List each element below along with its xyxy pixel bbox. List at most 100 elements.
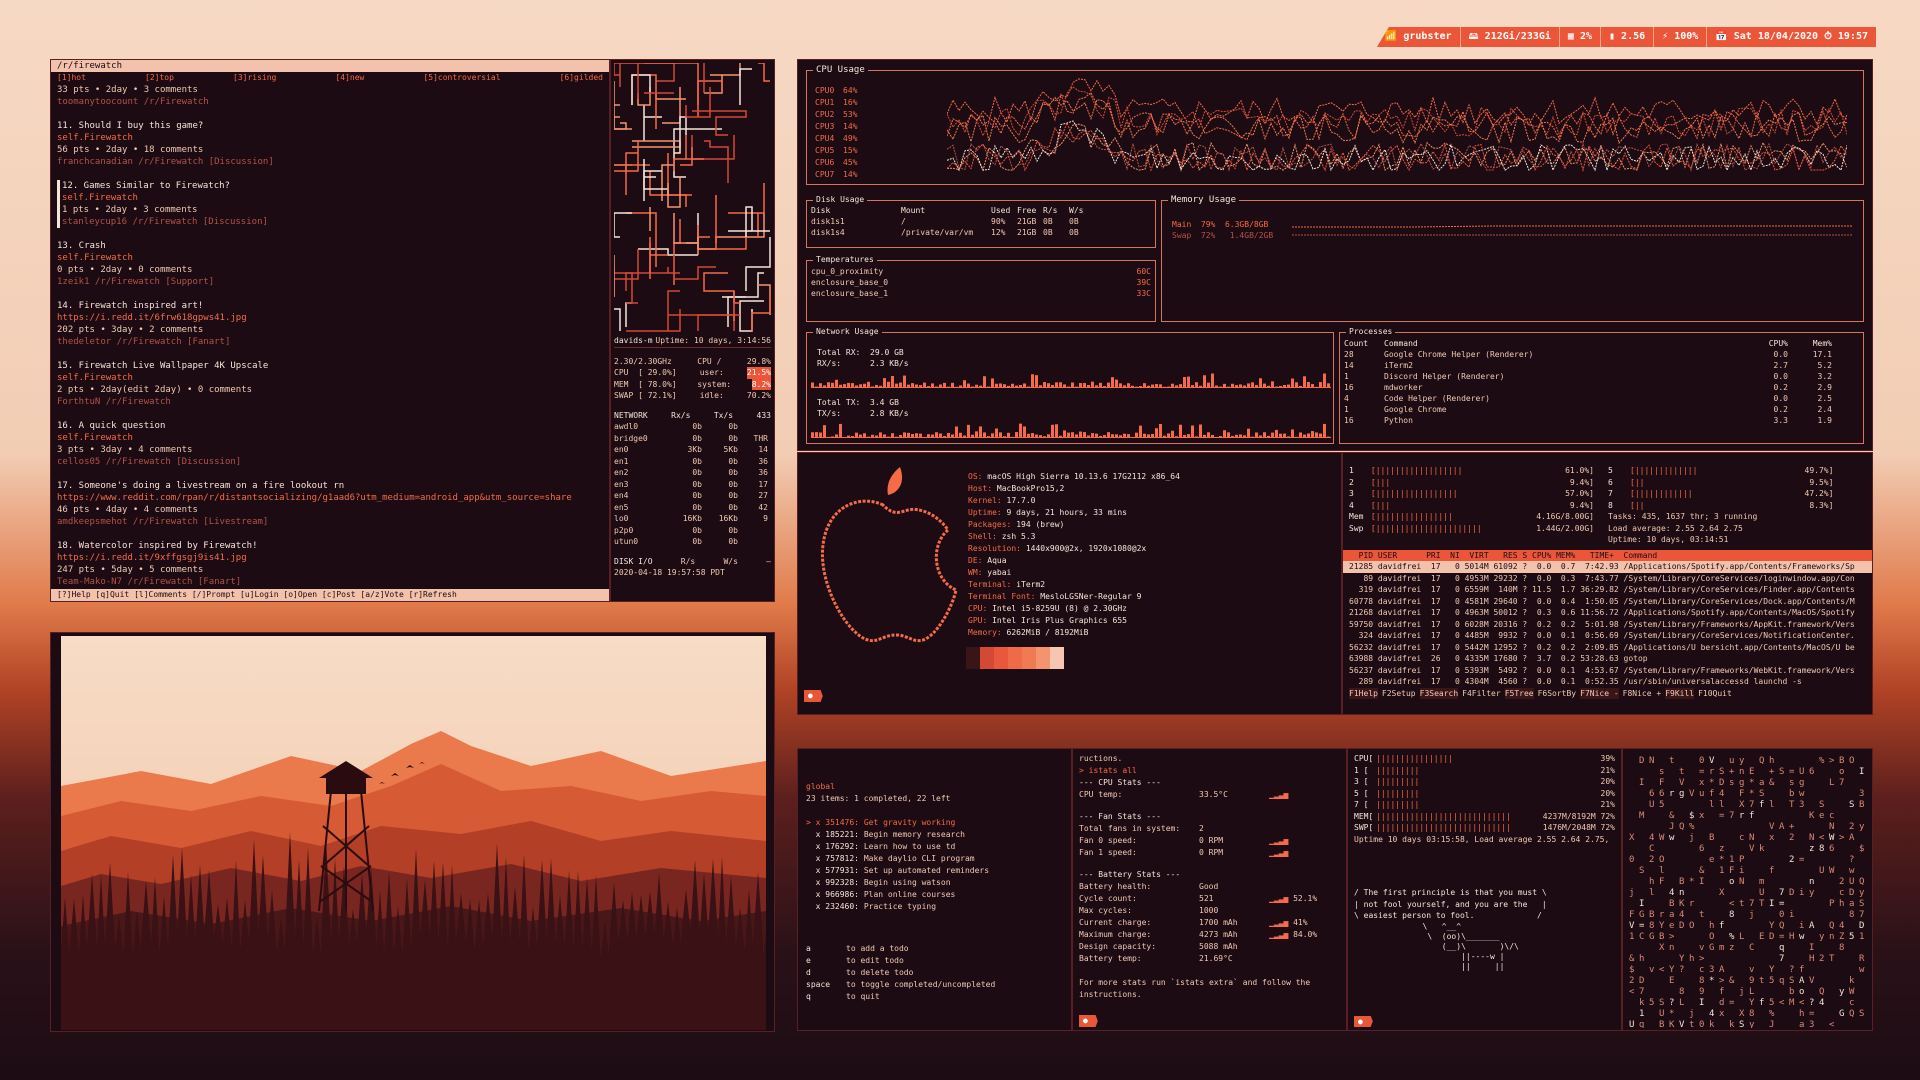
htop-fkey[interactable]: F5Tree — [1504, 687, 1534, 699]
svg-text:=: = — [1719, 811, 1725, 821]
reddit-post[interactable]: 17. Someone's doing a livestream on a fi… — [57, 480, 603, 528]
htop-process-row[interactable]: 59750 davidfrei 17 0 6028M 20316 ? 0.2 0… — [1349, 619, 1866, 631]
post-title[interactable]: 12. Games Similar to Firewatch? — [62, 180, 603, 192]
wifi-status[interactable]: 📶 grubster — [1377, 31, 1460, 43]
htop-column-header[interactable]: PID USER PRI NI VIRT RES S CPU% MEM% TIM… — [1343, 549, 1872, 561]
processes-panel: Processes Count Command CPU% Mem% 28 Google C… — [1339, 326, 1864, 444]
htop-process-row[interactable]: 63988 davidfrei 26 0 4335M 17680 ? 3.7 0… — [1349, 653, 1866, 665]
reddit-post[interactable]: 16. A quick question self.Firewatch 3 pts … — [57, 420, 603, 468]
post-title[interactable]: 16. A quick question — [57, 420, 603, 432]
reddit-terminal-window[interactable]: /r/firewatch [1]hot [2]top [3]rising [4]… — [50, 59, 610, 602]
svg-text:u: u — [1729, 756, 1734, 766]
process-row[interactable]: 16 mdworker 0.2 2.9 — [1344, 382, 1859, 393]
svg-text:B: B — [1839, 756, 1844, 766]
svg-text:X: X — [1739, 1009, 1745, 1019]
svg-text:0: 0 — [1629, 855, 1634, 865]
svg-text:6: 6 — [1649, 789, 1654, 799]
htop-process-row[interactable]: 56237 davidfrei 17 0 5393M 5492 ? 0.0 0.… — [1349, 665, 1866, 677]
post-title[interactable]: 18. Watercolor inspired by Firewatch! — [57, 540, 603, 552]
htop-process-row[interactable]: 21268 davidfrei 17 0 4963M 50012 ? 0.3 0… — [1349, 607, 1866, 619]
mini-meter: 1 [||||||||| 21% — [1354, 765, 1615, 775]
post-title[interactable]: 11. Should I buy this game? — [57, 120, 603, 132]
reddit-post[interactable]: 18. Watercolor inspired by Firewatch! htt… — [57, 540, 603, 588]
reddit-post[interactable]: 14. Firewatch inspired art! https://i.red… — [57, 300, 603, 348]
htop-fkey[interactable]: F6SortBy — [1537, 687, 1577, 699]
process-row[interactable]: 16 Python 3.3 1.9 — [1344, 415, 1859, 426]
tab-rising[interactable]: [3]rising — [233, 72, 276, 84]
mini-meter: 3 [||||||||| 20% — [1354, 777, 1615, 786]
tab-top[interactable]: [2]top — [145, 72, 174, 84]
htop-process-row[interactable]: 324 davidfrei 17 0 4485M 9932 ? 0.0 0.1 … — [1349, 630, 1866, 642]
svg-text:I: I — [1699, 998, 1704, 1008]
post-source[interactable]: https://i.redd.it/9xffgsgj9is41.jpg — [57, 552, 603, 564]
svg-text:9: 9 — [1749, 976, 1754, 986]
process-row[interactable]: 28 Google Chrome Helper (Renderer) 0.0 17.1 — [1344, 349, 1859, 360]
htop-process-row[interactable]: 289 davidfrei 17 0 4304M 4560 ? 0.0 0.1 … — [1349, 676, 1866, 688]
htop-process-row[interactable]: 319 davidfrei 17 0 6559M 140M ? 11.5 1.7… — [1349, 584, 1866, 596]
todo-item[interactable]: x 966986: Plan online courses — [806, 889, 1063, 901]
reddit-post[interactable]: 11. Should I buy this game? self.Firewatc… — [57, 120, 603, 168]
todo-item[interactable]: x 992328: Begin using watson — [806, 877, 1063, 889]
cpu-legend-item: CPU5 15% — [815, 146, 858, 155]
svg-text:*: * — [1749, 778, 1754, 788]
htop-fkey[interactable]: F10Quit — [1698, 687, 1732, 699]
svg-text:<: < — [1779, 998, 1785, 1008]
matrix-rain-terminal-window[interactable]: X 0 j F V 1 & $2 < U D I M S I G = Ch D 7 k 1 g N 6 U 4 C 2 h l B 8 Gv 5 s F… — [1622, 748, 1873, 1031]
reddit-post[interactable]: 13. Crash self.Firewatch 0 pts • 2day • 0 … — [57, 240, 603, 288]
htop-process-row[interactable]: 89 davidfrei 17 0 4953M 29232 ? 0.0 0.3 … — [1349, 573, 1866, 585]
tab-controversial[interactable]: [5]controversial — [423, 72, 500, 84]
todo-item[interactable]: x 232460: Practice typing — [806, 901, 1063, 913]
post-source[interactable]: https://www.reddit.com/rpan/r/distantsoc… — [57, 492, 603, 504]
post-source[interactable]: self.Firewatch — [57, 432, 603, 444]
post-title[interactable]: 14. Firewatch inspired art! — [57, 300, 603, 312]
htop-process-row[interactable]: 56232 davidfrei 17 0 5442M 12952 ? 0.2 0… — [1349, 642, 1866, 654]
process-row[interactable]: 1 Discord Helper (Renderer) 0.0 3.2 — [1344, 371, 1859, 382]
memory-status[interactable]: ▮ 2.56 — [1601, 31, 1653, 43]
htop-fkey[interactable]: F1Help — [1349, 687, 1378, 699]
htop-fkey[interactable]: F2Setup — [1381, 687, 1416, 699]
todo-item[interactable]: x 757812: Make daylio CLI program — [806, 853, 1063, 865]
process-row[interactable]: 14 iTerm2 2.7 5.2 — [1344, 360, 1859, 371]
battery-status[interactable]: ⚡ 100% — [1654, 31, 1706, 43]
post-source[interactable]: self.Firewatch — [57, 372, 603, 384]
htop-fkey[interactable]: F4Filter — [1462, 687, 1501, 699]
glances-terminal-window[interactable]: davids-m Uptime: 10 days, 3:14:56 2.30/2.… — [610, 59, 775, 602]
gtop-terminal-window[interactable]: CPU Usage CPU0 64% CPU1 16% CPU2 53% CPU3 14% CP… — [797, 59, 1873, 451]
htop-fkey[interactable]: F7Nice - — [1580, 687, 1619, 699]
todo-item[interactable]: x 185221: Begin memory research — [806, 829, 1063, 841]
tab-hot[interactable]: [1]hot — [57, 72, 86, 84]
htop-fkey[interactable]: F9Kill — [1665, 687, 1695, 699]
disk-status[interactable]: 🖴 212Gi/233Gi — [1461, 31, 1559, 43]
post-title[interactable]: 17. Someone's doing a livestream on a fi… — [57, 480, 603, 492]
htop-process-row[interactable]: 60778 davidfrei 17 0 4581M 29640 ? 0.0 0… — [1349, 596, 1866, 608]
svg-text:U: U — [1659, 1009, 1664, 1019]
reddit-post[interactable]: 12. Games Similar to Firewatch? self.Fire… — [57, 180, 603, 228]
reddit-post[interactable]: 15. Firewatch Live Wallpaper 4K Upscale s… — [57, 360, 603, 408]
todo-item[interactable]: > x 351476: Get gravity working — [806, 817, 1063, 829]
svg-text:x: x — [1699, 778, 1705, 788]
htop-fkey[interactable]: F3Search — [1419, 687, 1459, 699]
istats-terminal-window[interactable]: ructions. > istats all --- CPU Stats ---… — [1072, 748, 1347, 1031]
post-source[interactable]: https://i.redd.it/6frw618gpws41.jpg — [57, 312, 603, 324]
todo-item[interactable]: x 176292: Learn how to use td — [806, 841, 1063, 853]
process-row[interactable]: 1 Google Chrome 0.2 2.4 — [1344, 404, 1859, 415]
htop-terminal-window[interactable]: 1 [|||||||||||||||||| 61.0%] 2 [||| 9.4%] 3[… — [1342, 452, 1873, 715]
todo-item[interactable]: x 577931: Set up automated reminders — [806, 865, 1063, 877]
neofetch-terminal-window[interactable]: OS: macOS High Sierra 10.13.6 17G2112 x8… — [797, 452, 1342, 715]
post-source[interactable]: self.Firewatch — [57, 252, 603, 264]
cowsay-terminal-window[interactable]: CPU[|||||||||||||||| 39% 1 [||||||||| 21% 3 … — [1347, 748, 1622, 1031]
post-source[interactable]: self.Firewatch — [57, 132, 603, 144]
process-row[interactable]: 4 Code Helper (Renderer) 0.0 2.5 — [1344, 393, 1859, 404]
todo-terminal-window[interactable]: global 23 items: 1 completed, 22 left > … — [797, 748, 1072, 1031]
reddit-post[interactable]: 33 pts • 2day • 3 comments toomanytoocoun… — [57, 84, 603, 108]
svg-text:k: k — [1849, 976, 1855, 986]
post-title[interactable]: 13. Crash — [57, 240, 603, 252]
post-title[interactable]: 15. Firewatch Live Wallpaper 4K Upscale — [57, 360, 603, 372]
htop-fkey[interactable]: F8Nice + — [1622, 687, 1662, 699]
htop-process-row[interactable]: 21285 davidfrei 17 0 5014M 61092 ? 0.0 0… — [1343, 561, 1872, 573]
tab-new[interactable]: [4]new — [335, 72, 364, 84]
tab-gilded[interactable]: [6]gilded — [560, 72, 603, 84]
cpu-status[interactable]: ▦ 2% — [1560, 31, 1600, 43]
post-source[interactable]: self.Firewatch — [62, 192, 603, 204]
datetime-status[interactable]: 📅 Sat 18/04/2020 ⏱ 19:57 — [1707, 31, 1876, 43]
